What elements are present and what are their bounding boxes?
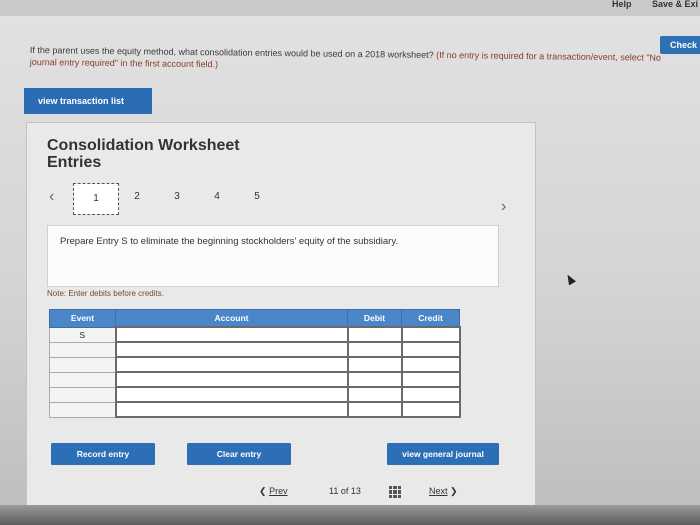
page-position: 11 of 13 — [329, 486, 361, 496]
debit-field[interactable] — [346, 326, 403, 343]
account-field[interactable] — [114, 401, 349, 418]
save-exit-link[interactable]: Save & Exi — [652, 0, 698, 9]
table-row — [49, 386, 461, 403]
event-cell — [49, 341, 116, 358]
event-cell — [49, 371, 116, 388]
chevron-left-icon[interactable]: ‹ — [49, 189, 54, 205]
consolidation-panel: Consolidation Worksheet Entries ‹ 1 2 3 … — [26, 122, 536, 512]
prev-link[interactable]: ❮ Prev — [259, 486, 288, 497]
header-account: Account — [115, 309, 348, 328]
account-field[interactable] — [114, 326, 349, 343]
entry-prompt: Prepare Entry S to eliminate the beginni… — [47, 225, 499, 287]
step-4[interactable]: 4 — [211, 191, 223, 202]
next-label[interactable]: Next — [429, 486, 448, 496]
step-2[interactable]: 2 — [131, 191, 143, 202]
next-arrow-icon: ❯ — [450, 486, 458, 496]
view-general-journal-button[interactable]: view general journal — [387, 443, 499, 465]
prev-label[interactable]: Prev — [269, 486, 288, 496]
account-field[interactable] — [114, 386, 349, 403]
credit-field[interactable] — [400, 341, 461, 358]
table-row — [49, 341, 461, 358]
header-credit: Credit — [401, 309, 460, 328]
credit-field[interactable] — [400, 386, 461, 403]
view-transaction-list-button[interactable]: view transaction list — [24, 88, 152, 114]
record-entry-button[interactable]: Record entry — [51, 443, 155, 465]
table-row — [49, 401, 461, 418]
prev-arrow-icon: ❮ — [259, 486, 267, 496]
event-cell — [49, 356, 116, 373]
debit-field[interactable] — [346, 371, 403, 388]
grid-icon[interactable] — [389, 486, 401, 498]
question-text: If the parent uses the equity method, wh… — [30, 44, 680, 76]
panel-title: Consolidation Worksheet Entries — [47, 137, 240, 171]
table-row — [49, 356, 461, 373]
event-cell — [49, 386, 116, 403]
chevron-right-icon[interactable]: › — [501, 199, 506, 215]
debit-field[interactable] — [346, 386, 403, 403]
credit-field[interactable] — [400, 356, 461, 373]
debit-field[interactable] — [346, 401, 403, 418]
header-debit: Debit — [347, 309, 402, 328]
step-5[interactable]: 5 — [251, 191, 263, 202]
table-row — [49, 371, 461, 388]
step-3[interactable]: 3 — [171, 191, 183, 202]
next-link[interactable]: Next ❯ — [429, 486, 458, 497]
account-field[interactable] — [114, 371, 349, 388]
event-cell: S — [49, 326, 116, 343]
help-link[interactable]: Help — [612, 0, 632, 9]
clear-entry-button[interactable]: Clear entry — [187, 443, 291, 465]
account-field[interactable] — [114, 356, 349, 373]
entry-table: Event Account Debit Credit S — [49, 309, 461, 418]
note-text: Note: Enter debits before credits. — [47, 289, 164, 298]
top-bar: Help Save & Exi — [0, 0, 700, 16]
header-event: Event — [49, 309, 116, 328]
bottom-bezel — [0, 505, 700, 525]
mouse-cursor-icon — [564, 272, 576, 286]
debit-field[interactable] — [346, 341, 403, 358]
credit-field[interactable] — [400, 401, 461, 418]
step-1[interactable]: 1 — [73, 183, 119, 215]
debit-field[interactable] — [346, 356, 403, 373]
app-screen: Help Save & Exi Check If the parent uses… — [0, 0, 700, 525]
event-cell — [49, 401, 116, 418]
table-row: S — [49, 326, 461, 343]
credit-field[interactable] — [400, 371, 461, 388]
account-field[interactable] — [114, 341, 349, 358]
credit-field[interactable] — [400, 326, 461, 343]
